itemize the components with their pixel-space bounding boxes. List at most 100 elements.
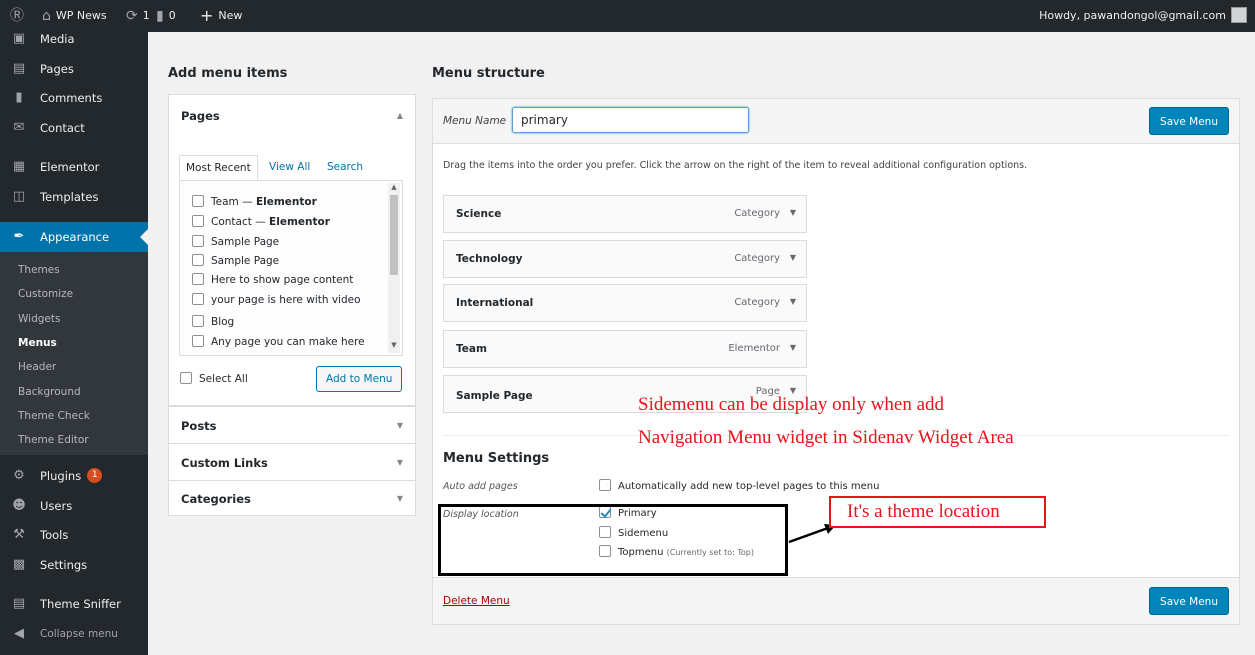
new-content-link[interactable]: + New xyxy=(200,0,242,32)
tab-most-recent[interactable]: Most Recent xyxy=(179,155,258,180)
submenu-item-customize[interactable]: Customize xyxy=(18,284,73,304)
appearance-submenu: Themes Customize Widgets Menus Header Ba… xyxy=(0,252,148,455)
sidebar-item-elementor[interactable]: ▦ Elementor xyxy=(0,152,148,182)
drag-instructions: Drag the items into the order you prefer… xyxy=(443,160,1028,171)
display-location-highlight-box xyxy=(438,504,788,576)
auto-add-pages-label: Auto add pages xyxy=(443,481,518,492)
expand-arrow-icon[interactable]: ▼ xyxy=(790,253,796,262)
expand-arrow-icon: ▼ xyxy=(396,458,403,467)
settings-icon: ▩ xyxy=(12,557,26,572)
menu-name-input[interactable] xyxy=(512,107,749,133)
list-item[interactable]: Contact — Elementor xyxy=(192,213,330,231)
collapse-arrow-icon[interactable]: ▲ xyxy=(397,111,403,120)
list-item[interactable]: Sample Page xyxy=(192,252,279,270)
pages-icon: ▤ xyxy=(12,61,26,76)
sidebar-item-media[interactable]: ▣ Media xyxy=(0,32,148,54)
checkbox[interactable] xyxy=(599,479,611,491)
list-item[interactable]: Any page you can make here xyxy=(192,333,365,351)
sidebar-item-tools[interactable]: ⚒ Tools xyxy=(0,520,148,550)
menu-item-international[interactable]: International Category ▼ xyxy=(443,284,807,322)
media-icon: ▣ xyxy=(12,32,26,46)
tab-view-all[interactable]: View All xyxy=(269,155,310,180)
checkbox[interactable] xyxy=(192,315,204,327)
sidebar-item-settings[interactable]: ▩ Settings xyxy=(0,550,148,580)
scrollbar[interactable]: ▲ ▼ xyxy=(388,183,400,353)
expand-arrow-icon[interactable]: ▼ xyxy=(790,343,796,352)
checkbox[interactable] xyxy=(192,254,204,266)
expand-arrow-icon: ▼ xyxy=(396,421,403,430)
list-item[interactable]: Here to show page content xyxy=(192,271,353,289)
menu-settings-heading: Menu Settings xyxy=(443,451,550,466)
sidebar-item-plugins[interactable]: ⚙ Plugins 1 xyxy=(0,461,148,491)
contact-icon: ✉ xyxy=(13,120,25,135)
sidebar-item-users[interactable]: ☻ Users xyxy=(0,491,148,521)
refresh-icon: ⟳ xyxy=(126,8,138,24)
expand-arrow-icon[interactable]: ▼ xyxy=(790,297,796,306)
submenu-item-themes[interactable]: Themes xyxy=(18,260,60,280)
add-menu-items-heading: Add menu items xyxy=(168,66,288,81)
auto-add-pages-option[interactable]: Automatically add new top-level pages to… xyxy=(599,479,879,492)
sidebar-item-appearance[interactable]: ✒ Appearance xyxy=(0,222,148,252)
submenu-item-header[interactable]: Header xyxy=(18,357,56,377)
pages-section-title[interactable]: Pages xyxy=(181,109,220,123)
updates-link[interactable]: ⟳ 1 xyxy=(126,0,150,32)
delete-menu-link[interactable]: Delete Menu xyxy=(443,595,510,607)
checkbox[interactable] xyxy=(180,372,192,384)
avatar xyxy=(1231,7,1247,23)
scroll-down-arrow-icon[interactable]: ▼ xyxy=(388,341,400,349)
sidebar-item-comments[interactable]: ▮ Comments xyxy=(0,83,148,113)
my-account-link[interactable]: Howdy, pawandongol@gmail.com xyxy=(1039,0,1247,32)
annotation-line-2: Navigation Menu widget in Sidenav Widget… xyxy=(638,427,1014,448)
save-menu-button-bottom[interactable]: Save Menu xyxy=(1149,587,1229,615)
custom-links-accordion[interactable]: Custom Links ▼ xyxy=(168,443,416,481)
comments-link[interactable]: ▮ 0 xyxy=(156,0,176,32)
list-item[interactable]: Blog xyxy=(192,313,234,331)
checkbox[interactable] xyxy=(192,215,204,227)
save-menu-button[interactable]: Save Menu xyxy=(1149,107,1229,135)
tools-icon: ⚒ xyxy=(13,527,25,542)
admin-bar: Ⓡ ⌂ WP News ⟳ 1 ▮ 0 + New Howdy, pawandongol… xyxy=(0,0,1255,32)
custom-links-section-title: Custom Links xyxy=(181,456,268,470)
menu-item-science[interactable]: Science Category ▼ xyxy=(443,195,807,233)
submenu-item-menus[interactable]: Menus xyxy=(18,333,57,353)
list-item[interactable]: your page is here with video xyxy=(192,291,361,309)
list-item[interactable]: Team — Elementor xyxy=(192,193,317,211)
submenu-item-theme-editor[interactable]: Theme Editor xyxy=(18,430,89,450)
checkbox[interactable] xyxy=(192,273,204,285)
list-item[interactable]: Sample Page xyxy=(192,233,279,251)
sidebar-item-theme-sniffer[interactable]: ▤ Theme Sniffer xyxy=(0,589,148,619)
checkbox[interactable] xyxy=(192,293,204,305)
menu-item-team[interactable]: Team Elementor ▼ xyxy=(443,330,807,368)
site-name-link[interactable]: ⌂ WP News xyxy=(42,0,107,32)
scrollbar-thumb[interactable] xyxy=(390,195,398,275)
sidebar-item-contact[interactable]: ✉ Contact xyxy=(0,113,148,143)
admin-sidebar: ▣ Media ▤ Pages ▮ Comments ✉ Contact ▦ Elemen… xyxy=(0,32,148,655)
expand-arrow-icon[interactable]: ▼ xyxy=(790,208,796,217)
templates-icon: ◫ xyxy=(12,189,26,204)
categories-accordion[interactable]: Categories ▼ xyxy=(168,480,416,516)
tab-search[interactable]: Search xyxy=(327,155,363,180)
pages-checklist: Team — Elementor Contact — Elementor Sam… xyxy=(179,180,403,356)
collapse-icon: ◀ xyxy=(14,626,24,641)
posts-accordion[interactable]: Posts ▼ xyxy=(168,406,416,444)
wordpress-logo-icon[interactable]: Ⓡ xyxy=(10,0,24,32)
checkbox[interactable] xyxy=(192,335,204,347)
theme-location-callout: It's a theme location xyxy=(829,496,1046,528)
sidebar-item-pages[interactable]: ▤ Pages xyxy=(0,54,148,84)
categories-section-title: Categories xyxy=(181,492,251,506)
menu-footer: Delete Menu Save Menu xyxy=(433,577,1239,624)
collapse-menu-button[interactable]: ◀ Collapse menu xyxy=(0,619,148,649)
submenu-item-widgets[interactable]: Widgets xyxy=(18,309,60,329)
appearance-icon: ✒ xyxy=(13,229,25,244)
scroll-up-arrow-icon[interactable]: ▲ xyxy=(388,183,400,191)
checkbox[interactable] xyxy=(192,195,204,207)
update-count-badge: 1 xyxy=(87,468,103,483)
select-all-checkbox[interactable]: Select All xyxy=(180,370,248,388)
menu-structure-heading: Menu structure xyxy=(432,66,545,81)
submenu-item-background[interactable]: Background xyxy=(18,382,81,402)
menu-item-technology[interactable]: Technology Category ▼ xyxy=(443,240,807,278)
sidebar-item-templates[interactable]: ◫ Templates xyxy=(0,182,148,212)
submenu-item-theme-check[interactable]: Theme Check xyxy=(18,406,90,426)
checkbox[interactable] xyxy=(192,235,204,247)
add-to-menu-button[interactable]: Add to Menu xyxy=(316,366,403,392)
